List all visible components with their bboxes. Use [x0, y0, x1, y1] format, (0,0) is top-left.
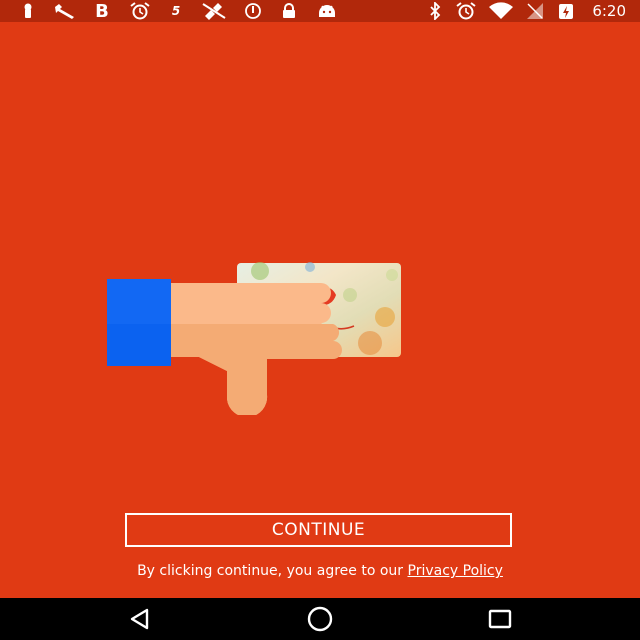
- bold-b-icon: B: [95, 0, 109, 22]
- back-icon: [130, 608, 149, 630]
- home-button[interactable]: [290, 598, 350, 640]
- status-time: 6:20: [592, 2, 626, 20]
- notification-icon: [18, 1, 38, 21]
- hand: [171, 283, 342, 418]
- consent-label: By clicking continue, you agree to our: [137, 563, 408, 579]
- satellite-icon: [200, 1, 228, 21]
- consent-text: By clicking continue, you agree to our P…: [0, 563, 640, 579]
- alarm-icon: [454, 1, 478, 21]
- lock-icon: [280, 1, 298, 21]
- alarm-icon: [128, 1, 152, 21]
- continue-button[interactable]: CONTINUE: [125, 513, 512, 547]
- five-icon: 5: [171, 4, 181, 18]
- bluetooth-icon: [426, 1, 444, 21]
- home-icon: [307, 606, 333, 632]
- status-bar: B 5 6:20: [0, 0, 640, 22]
- sleeve: [107, 279, 171, 366]
- privacy-policy-link[interactable]: Privacy Policy: [408, 563, 503, 579]
- wifi-icon: [486, 1, 516, 21]
- battery-charging-icon: [556, 1, 576, 21]
- no-signal-icon: [524, 1, 546, 21]
- back-button[interactable]: [110, 598, 170, 640]
- thumbs-down-illustration: [100, 255, 410, 418]
- recents-button[interactable]: [470, 598, 530, 640]
- recents-icon: [488, 609, 512, 629]
- app-screen: B 5 6:20 CONTINUE By clicking continue, …: [0, 0, 640, 640]
- sync-off-icon: [242, 1, 264, 21]
- wrench-icon: [52, 1, 78, 21]
- navigation-bar: [0, 598, 640, 640]
- android-icon: [316, 1, 338, 21]
